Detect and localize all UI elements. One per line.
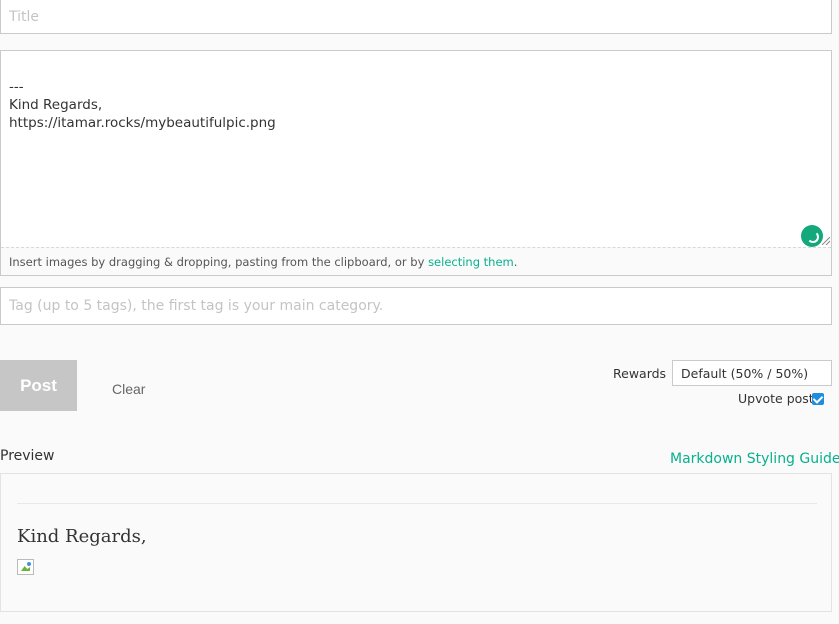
upvote-checkbox[interactable] [812,393,824,405]
rewards-label: Rewards [613,366,667,381]
select-images-link[interactable]: selecting them [428,255,514,269]
dropzone-suffix: . [513,255,518,269]
resize-handle-icon[interactable] [822,237,830,245]
tags-field[interactable] [0,287,832,325]
broken-image-icon [17,559,34,575]
dropzone-text: Insert images by dragging & dropping, pa… [9,255,429,269]
title-input[interactable] [1,0,831,33]
preview-heading: Preview [0,448,55,464]
image-dropzone[interactable]: Insert images by dragging & dropping, pa… [1,247,831,275]
markdown-guide-link[interactable]: Markdown Styling Guide [670,451,839,467]
tags-input[interactable] [1,288,831,324]
preview-rendered-text: Kind Regards, [17,526,147,547]
upvote-label: Upvote post [738,391,814,406]
clear-button[interactable]: Clear [100,380,157,398]
preview-panel: Kind Regards, [0,473,832,612]
preview-divider [17,503,817,504]
body-textarea[interactable] [1,51,831,247]
post-button[interactable]: Post [0,360,77,411]
grammar-check-icon[interactable] [801,225,823,247]
title-field[interactable] [0,0,832,34]
rewards-select[interactable]: Default (50% / 50%) [672,360,832,386]
post-editor[interactable]: Insert images by dragging & dropping, pa… [0,50,832,276]
